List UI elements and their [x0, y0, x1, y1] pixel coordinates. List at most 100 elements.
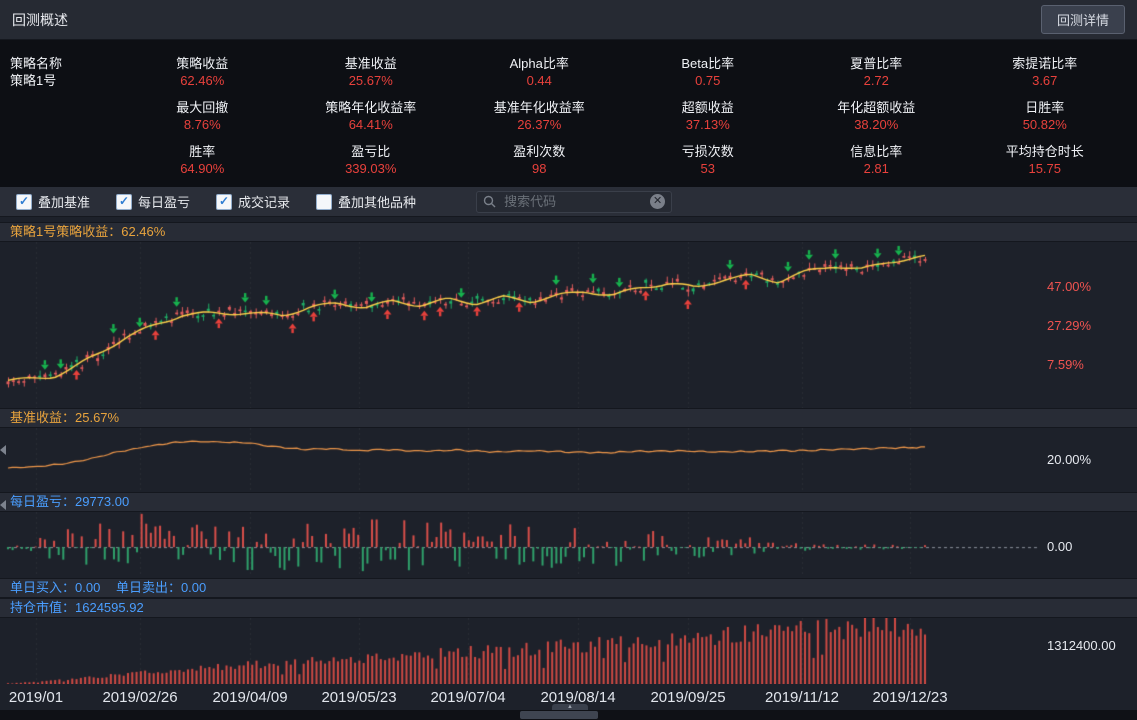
unchecked-checkbox-icon[interactable] [316, 194, 332, 210]
stat-value: 2.72 [792, 72, 961, 89]
stats-panel: 策略名称 策略1号 策略收益62.46%最大回撤8.76%胜率64.90%基准收… [0, 40, 1137, 187]
search-input[interactable] [502, 193, 650, 210]
daily-pnl-chart[interactable] [0, 512, 1137, 574]
stat-value: 15.75 [961, 160, 1130, 177]
backtest-detail-button[interactable]: 回测详情 [1041, 5, 1125, 34]
page-title: 回测概述 [12, 10, 68, 30]
backtest-overview-app: 回测概述 回测详情 策略名称 策略1号 策略收益62.46% 最大回撤8.76% 胜… [0, 0, 1137, 720]
y-axis-label: 0.00 [1047, 539, 1072, 554]
stat-value: 38.20% [792, 116, 961, 133]
y-axis-label: 27.29% [1047, 318, 1091, 333]
stat-label: 日胜率 [961, 99, 1130, 116]
checkbox-label: 叠加其他品种 [338, 192, 416, 211]
daily-pnl-title: 每日盈亏：29773.00 [10, 494, 129, 509]
stat-label: 策略年化收益率 [287, 99, 456, 116]
chart-area: 策略1号策略收益：62.46% 基准收益：25.67% 每日盈亏：29773.0… [0, 217, 1137, 720]
benchmark-return-pane-title: 基准收益：25.67% [0, 408, 1137, 428]
position-value-pane-title: 持仓市值：1624595.92 [0, 598, 1137, 618]
timeline-scrollbar-track[interactable] [0, 710, 1137, 720]
timeline-scrollbar-thumb[interactable] [520, 711, 598, 719]
stat-value: 2.81 [792, 160, 961, 177]
stat-column-0: 策略收益62.46% 最大回撤8.76% 胜率64.90% [118, 50, 287, 187]
strategy-name-value: 策略1号 [10, 72, 118, 89]
stat-label: 胜率 [118, 143, 287, 160]
stat-value: 98 [455, 160, 624, 177]
stat-label: 基准收益 [287, 55, 456, 72]
stat-label: 年化超额收益 [792, 99, 961, 116]
stat-value: 64.90% [118, 160, 287, 177]
stat-value: 64.41% [287, 116, 456, 133]
time-axis-tick: 2019/02/26 [102, 689, 177, 706]
stat-value: 26.37% [455, 116, 624, 133]
daily-buy-label: 单日买入：0.00 [10, 580, 100, 595]
benchmark-return-title: 基准收益：25.67% [10, 410, 119, 425]
stat-label: 盈利次数 [455, 143, 624, 160]
stat-column-3: Beta比率0.75 超额收益37.13% 亏损次数53 [624, 50, 793, 187]
stat-label: 平均持仓时长 [961, 143, 1130, 160]
checkbox-label: 成交记录 [238, 192, 290, 211]
top-bar: 回测概述 回测详情 [0, 0, 1137, 40]
stat-value: 50.82% [961, 116, 1130, 133]
stat-label: 信息比率 [792, 143, 961, 160]
stat-label: Beta比率 [624, 55, 793, 72]
checked-checkbox-icon[interactable]: ✓ [16, 194, 32, 210]
search-box: ✕ [476, 191, 672, 213]
stat-label: 超额收益 [624, 99, 793, 116]
time-axis-tick: 2019/07/04 [430, 689, 505, 706]
daily-sell-label: 单日卖出：0.00 [116, 580, 206, 595]
stat-value: 37.13% [624, 116, 793, 133]
toolbar-checkbox-2[interactable]: ✓ 成交记录 [216, 192, 290, 211]
toolbar-checkbox-0[interactable]: ✓ 叠加基准 [16, 192, 90, 211]
time-axis-tick: 2019/11/12 [765, 689, 839, 706]
daily-trade-pane-title: 单日买入：0.00 单日卖出：0.00 [0, 578, 1137, 598]
time-axis-tick: 2019/12/23 [872, 689, 947, 706]
checked-checkbox-icon[interactable]: ✓ [116, 194, 132, 210]
daily-pnl-pane-title: 每日盈亏：29773.00 [0, 492, 1137, 512]
time-axis-tick: 2019/01 [9, 689, 63, 706]
time-axis-tick: 2019/05/23 [321, 689, 396, 706]
chart-toolbar: ✓ 叠加基准 ✓ 每日盈亏 ✓ 成交记录 叠加其他品种 ✕ [0, 187, 1137, 217]
stat-label: 夏普比率 [792, 55, 961, 72]
stat-value: 25.67% [287, 72, 456, 89]
toolbar-checkbox-1[interactable]: ✓ 每日盈亏 [116, 192, 190, 211]
time-axis-tick: 2019/09/25 [650, 689, 725, 706]
strategy-name-cell: 策略名称 策略1号 [10, 50, 118, 187]
strategy-name-label: 策略名称 [10, 55, 118, 72]
clear-search-icon[interactable]: ✕ [650, 194, 665, 209]
stat-value: 339.03% [287, 160, 456, 177]
stat-value: 62.46% [118, 72, 287, 89]
pane-collapse-handle[interactable] [0, 500, 6, 510]
time-axis-tick: 2019/04/09 [212, 689, 287, 706]
benchmark-return-chart[interactable] [0, 428, 1137, 492]
strategy-return-title: 策略1号策略收益：62.46% [10, 224, 165, 239]
stat-label: 盈亏比 [287, 143, 456, 160]
checked-checkbox-icon[interactable]: ✓ [216, 194, 232, 210]
y-axis-label: 1312400.00 [1047, 638, 1116, 653]
stat-label: 亏损次数 [624, 143, 793, 160]
y-axis-label: 47.00% [1047, 279, 1091, 294]
search-icon [483, 195, 496, 208]
checkbox-label: 叠加基准 [38, 192, 90, 211]
stat-label: 策略收益 [118, 55, 287, 72]
stat-value: 3.67 [961, 72, 1130, 89]
stat-label: Alpha比率 [455, 55, 624, 72]
stat-label: 最大回撤 [118, 99, 287, 116]
stat-column-2: Alpha比率0.44基准年化收益率26.37%盈利次数98 [455, 50, 624, 187]
checkbox-label: 每日盈亏 [138, 192, 190, 211]
y-axis-label: 20.00% [1047, 452, 1091, 467]
stat-label: 基准年化收益率 [455, 99, 624, 116]
toolbar-checkbox-3[interactable]: 叠加其他品种 [316, 192, 416, 211]
stat-column-1: 基准收益25.67% 策略年化收益率64.41% 盈亏比339.03% [287, 50, 456, 187]
stat-label: 索提诺比率 [961, 55, 1130, 72]
position-value-title: 持仓市值：1624595.92 [10, 600, 144, 615]
stat-value: 8.76% [118, 116, 287, 133]
y-axis-label: 7.59% [1047, 357, 1084, 372]
strategy-return-pane-title: 策略1号策略收益：62.46% [0, 222, 1137, 242]
pane-collapse-handle[interactable] [0, 445, 6, 455]
position-value-chart[interactable] [0, 618, 1137, 684]
overlay-checkbox-group: ✓ 叠加基准 ✓ 每日盈亏 ✓ 成交记录 叠加其他品种 [16, 192, 442, 211]
strategy-return-chart[interactable] [0, 242, 1137, 408]
stat-value: 0.75 [624, 72, 793, 89]
stat-column-5: 索提诺比率3.67 日胜率50.82% 平均持仓时长15.75 [961, 50, 1130, 187]
stat-value: 53 [624, 160, 793, 177]
